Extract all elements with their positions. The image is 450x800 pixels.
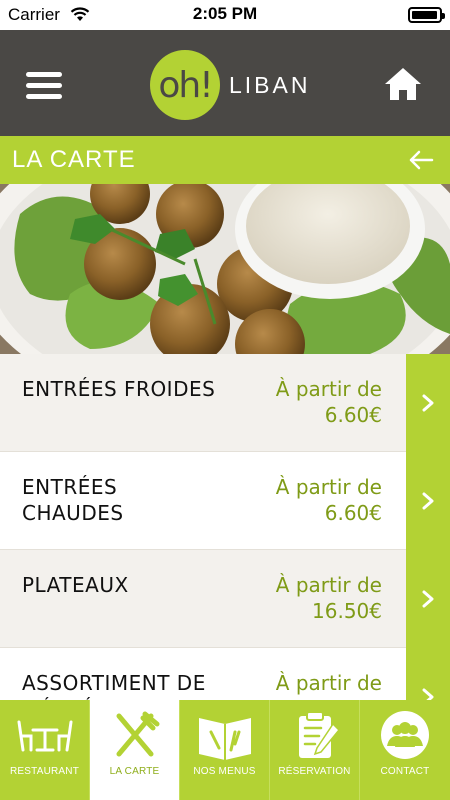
hero-image xyxy=(0,184,450,354)
tab-nos-menus[interactable]: NOS MENUS xyxy=(180,700,270,800)
menu-book-icon xyxy=(199,718,251,760)
clipboard-pen-icon xyxy=(299,711,341,758)
chevron-right-icon[interactable] xyxy=(406,452,450,550)
bottom-tab-bar: RESTAURANT LA CARTE NOS MENUS RÉSERVATIO… xyxy=(0,700,450,800)
category-name: ENTRÉES FROIDES xyxy=(22,377,216,401)
hamburger-menu-icon[interactable] xyxy=(26,72,62,100)
tab-label: LA CARTE xyxy=(109,766,160,777)
status-bar: Carrier 2:05 PM xyxy=(0,0,450,30)
restaurant-table-icon xyxy=(17,720,73,752)
battery-icon xyxy=(408,7,445,23)
app-header: oh! LIBAN xyxy=(0,30,450,136)
category-name: PLATEAUX xyxy=(22,573,129,597)
price-value: 6.60€ xyxy=(324,403,382,427)
price-label: À partir de xyxy=(275,475,382,499)
category-name: ASSORTIMENT DE MÉZZÉS xyxy=(22,671,206,700)
price-label: À partir de xyxy=(275,377,382,401)
logo: oh! LIBAN xyxy=(150,50,310,120)
page-title: LA CARTE xyxy=(12,146,136,173)
contact-people-icon xyxy=(381,711,429,759)
tab-la-carte[interactable]: LA CARTE xyxy=(90,700,180,800)
tab-label: CONTACT xyxy=(380,766,430,777)
price-value: 16.50€ xyxy=(312,599,382,623)
price-value: 6.60€ xyxy=(324,501,382,525)
category-price: À partir de 6.60€ xyxy=(276,474,382,526)
category-name: ENTRÉES CHAUDES xyxy=(22,475,124,525)
arrow-left-icon[interactable] xyxy=(408,148,434,172)
list-item[interactable]: PLATEAUX À partir de 16.50€ xyxy=(0,550,450,648)
tab-label: NOS MENUS xyxy=(193,766,256,777)
list-item[interactable]: ENTRÉES FROIDES À partir de 6.60€ xyxy=(0,354,450,452)
logo-name: LIBAN xyxy=(229,71,311,98)
chevron-right-icon[interactable] xyxy=(406,354,450,452)
price-label: À partir de xyxy=(275,671,382,695)
list-item[interactable]: ASSORTIMENT DE MÉZZÉS À partir de xyxy=(0,648,450,700)
battery-level xyxy=(412,11,437,19)
tab-contact[interactable]: CONTACT xyxy=(360,700,450,800)
category-price: À partir de 16.50€ xyxy=(276,572,382,624)
tab-restaurant[interactable]: RESTAURANT xyxy=(0,700,90,800)
list-item[interactable]: ENTRÉES CHAUDES À partir de 6.60€ xyxy=(0,452,450,550)
home-icon[interactable] xyxy=(383,66,423,102)
category-price: À partir de xyxy=(276,670,382,696)
category-price: À partir de 6.60€ xyxy=(276,376,382,428)
logo-mark: oh! xyxy=(150,50,220,120)
menu-category-list: ENTRÉES FROIDES À partir de 6.60€ ENTRÉE… xyxy=(0,354,450,700)
chevron-right-icon[interactable] xyxy=(406,648,450,700)
tab-label: RÉSERVATION xyxy=(278,766,351,777)
fork-knife-icon xyxy=(116,711,160,757)
section-title-bar: LA CARTE xyxy=(0,136,450,184)
tab-label: RESTAURANT xyxy=(9,766,80,777)
tab-reservation[interactable]: RÉSERVATION xyxy=(270,700,360,800)
chevron-right-icon[interactable] xyxy=(406,550,450,648)
price-label: À partir de xyxy=(275,573,382,597)
status-time: 2:05 PM xyxy=(192,4,258,23)
falafel-plate-illustration xyxy=(0,184,450,354)
